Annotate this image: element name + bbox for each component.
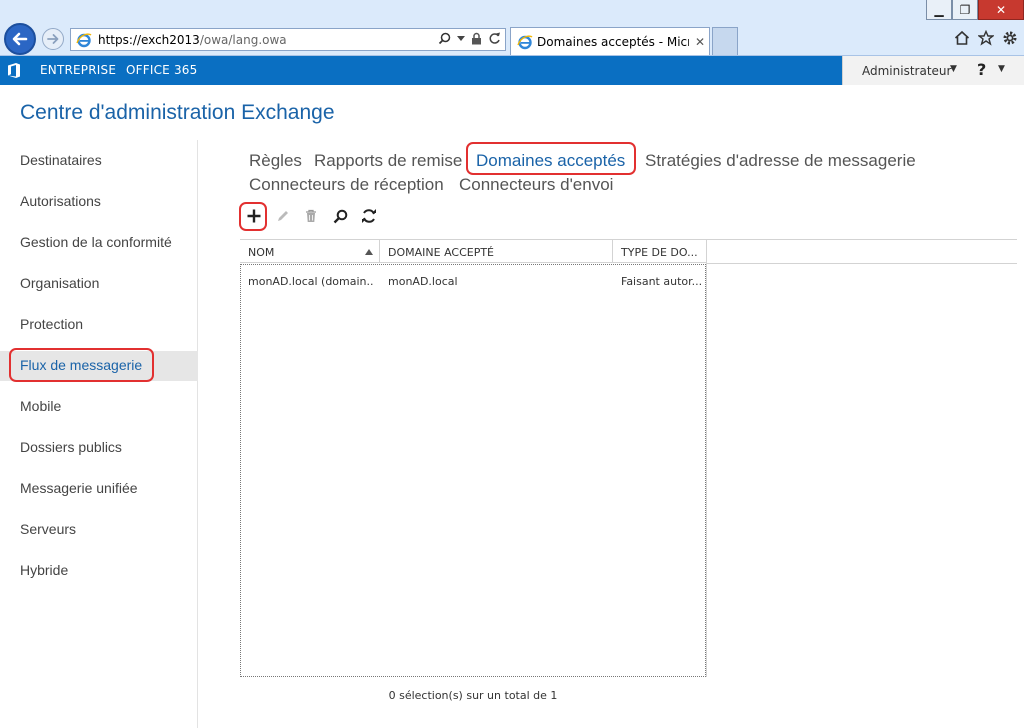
office-logo-icon bbox=[8, 63, 20, 78]
sidebar-item-protection[interactable]: Protection bbox=[0, 310, 198, 340]
url-host: exch2013 bbox=[141, 32, 200, 47]
address-bar[interactable]: https://exch2013/owa/lang.owa bbox=[70, 28, 506, 51]
sidebar-item-mobile[interactable]: Mobile bbox=[0, 392, 198, 422]
tab-domaines-acceptes[interactable]: Domaines acceptés bbox=[476, 151, 625, 171]
url-text[interactable]: https://exch2013/owa/lang.owa bbox=[98, 33, 287, 47]
sidebar-item-messagerie-unifiee[interactable]: Messagerie unifiée bbox=[0, 474, 198, 504]
column-separator[interactable] bbox=[612, 240, 613, 262]
sidebar-item-destinataires[interactable]: Destinataires bbox=[0, 146, 198, 176]
sidebar-item-label: Gestion de la conformité bbox=[20, 234, 172, 250]
plus-icon bbox=[247, 209, 261, 223]
sidebar-item-dossiers-publics[interactable]: Dossiers publics bbox=[0, 433, 198, 463]
sidebar-item-conformite[interactable]: Gestion de la conformité bbox=[0, 228, 198, 258]
tab-close-icon[interactable]: ✕ bbox=[695, 35, 705, 49]
app-header-bar: ENTREPRISE OFFICE 365 Administrateur ▼ ?… bbox=[0, 56, 1024, 85]
browser-toolbar-right bbox=[954, 30, 1018, 46]
table-row[interactable]: monAD.local (domain... monAD.local Faisa… bbox=[241, 273, 705, 293]
sidebar-item-label: Hybride bbox=[20, 562, 69, 578]
sidebar-item-label: Flux de messagerie bbox=[20, 357, 143, 373]
page-title: Centre d'administration Exchange bbox=[20, 101, 335, 124]
delete-button[interactable] bbox=[299, 204, 323, 228]
browser-tab[interactable]: Domaines acceptés - Micro... ✕ bbox=[510, 27, 710, 55]
tab-regles[interactable]: Règles bbox=[249, 151, 302, 171]
column-header-nom[interactable]: NOM bbox=[248, 246, 274, 259]
arrow-right-icon bbox=[47, 34, 59, 44]
nav-entreprise[interactable]: ENTREPRISE bbox=[40, 63, 116, 77]
minimize-button[interactable]: ▁ bbox=[926, 0, 952, 20]
tab-connecteurs-reception[interactable]: Connecteurs de réception bbox=[249, 175, 444, 195]
arrow-left-icon bbox=[12, 32, 28, 46]
gear-icon[interactable] bbox=[1002, 30, 1018, 46]
tab-connecteurs-envoi[interactable]: Connecteurs d'envoi bbox=[459, 175, 613, 195]
search-button[interactable] bbox=[328, 204, 352, 228]
browser-chrome: ▁ ❐ ✕ https://exch2013/owa/lang.owa Doma… bbox=[0, 0, 1024, 56]
home-icon[interactable] bbox=[954, 30, 970, 46]
new-tab-button[interactable] bbox=[712, 27, 738, 55]
sidebar-item-hybride[interactable]: Hybride bbox=[0, 556, 198, 586]
grid-header: NOM DOMAINE ACCEPTÉ TYPE DE DO... bbox=[240, 239, 706, 263]
back-button[interactable] bbox=[4, 23, 36, 55]
tab-strategies-adresse[interactable]: Stratégies d'adresse de messagerie bbox=[645, 151, 916, 171]
address-tools bbox=[438, 32, 501, 45]
forward-button[interactable] bbox=[42, 28, 64, 50]
star-icon[interactable] bbox=[978, 30, 994, 46]
refresh-icon bbox=[362, 209, 376, 223]
sidebar-item-label: Protection bbox=[20, 316, 84, 332]
tab-rapports-remise[interactable]: Rapports de remise bbox=[314, 151, 462, 171]
sidebar: Destinataires Autorisations Gestion de l… bbox=[0, 140, 198, 728]
sidebar-item-label: Organisation bbox=[20, 275, 100, 291]
refresh-icon[interactable] bbox=[488, 32, 501, 45]
refresh-button[interactable] bbox=[357, 204, 381, 228]
sort-ascending-icon bbox=[365, 249, 373, 255]
cell-nom: monAD.local (domain... bbox=[248, 275, 374, 288]
user-area: Administrateur ▼ ? ▼ bbox=[842, 56, 1024, 85]
url-path: /owa/lang.owa bbox=[199, 32, 287, 47]
edit-button[interactable] bbox=[271, 204, 295, 228]
column-header-type[interactable]: TYPE DE DO... bbox=[621, 246, 698, 259]
help-button[interactable]: ? bbox=[977, 60, 986, 79]
dropdown-icon[interactable] bbox=[457, 35, 465, 42]
ie-icon bbox=[517, 34, 533, 49]
user-menu[interactable]: Administrateur bbox=[862, 64, 951, 78]
ie-icon bbox=[76, 32, 92, 47]
sidebar-item-label: Mobile bbox=[20, 398, 62, 414]
add-button[interactable] bbox=[242, 204, 266, 228]
column-header-domaine[interactable]: DOMAINE ACCEPTÉ bbox=[388, 246, 494, 259]
url-scheme: https:// bbox=[98, 32, 142, 47]
nav-office365[interactable]: OFFICE 365 bbox=[126, 63, 197, 77]
window-controls: ▁ ❐ ✕ bbox=[926, 0, 1024, 20]
grid-body: monAD.local (domain... monAD.local Faisa… bbox=[240, 264, 706, 677]
search-icon[interactable] bbox=[438, 32, 451, 45]
sidebar-item-label: Dossiers publics bbox=[20, 439, 122, 455]
cell-domaine: monAD.local bbox=[388, 275, 458, 288]
search-icon bbox=[333, 209, 347, 223]
chevron-down-icon[interactable]: ▼ bbox=[998, 64, 1005, 74]
column-separator[interactable] bbox=[379, 240, 380, 262]
sidebar-item-flux-messagerie[interactable]: Flux de messagerie bbox=[0, 351, 198, 381]
sidebar-item-organisation[interactable]: Organisation bbox=[0, 269, 198, 299]
lock-icon[interactable] bbox=[471, 32, 482, 45]
restore-button[interactable]: ❐ bbox=[952, 0, 978, 20]
sidebar-item-label: Autorisations bbox=[20, 193, 101, 209]
pane-divider bbox=[706, 239, 707, 677]
tab-title: Domaines acceptés - Micro... bbox=[537, 34, 689, 49]
pencil-icon bbox=[278, 211, 288, 221]
trash-icon bbox=[306, 209, 316, 222]
selection-status: 0 sélection(s) sur un total de 1 bbox=[388, 689, 558, 702]
details-pane-header bbox=[707, 239, 1017, 264]
sidebar-item-serveurs[interactable]: Serveurs bbox=[0, 515, 198, 545]
sidebar-item-autorisations[interactable]: Autorisations bbox=[0, 187, 198, 217]
sidebar-item-label: Destinataires bbox=[20, 152, 102, 168]
close-window-button[interactable]: ✕ bbox=[978, 0, 1024, 20]
chevron-down-icon[interactable]: ▼ bbox=[950, 64, 957, 74]
cell-type: Faisant autor... bbox=[621, 275, 703, 288]
sidebar-item-label: Serveurs bbox=[20, 521, 77, 537]
sidebar-item-label: Messagerie unifiée bbox=[20, 480, 138, 496]
